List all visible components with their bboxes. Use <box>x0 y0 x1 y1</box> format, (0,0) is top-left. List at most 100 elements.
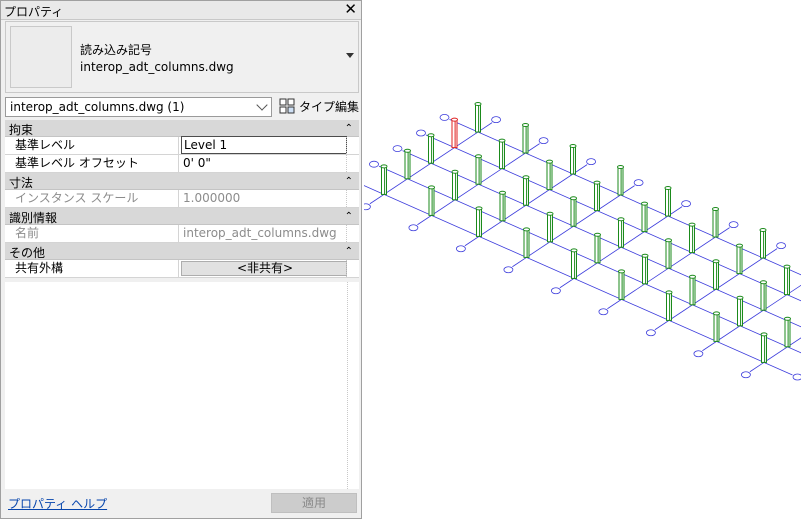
column-face <box>571 249 577 279</box>
3d-view-canvas[interactable] <box>364 0 801 521</box>
column-face <box>689 276 696 306</box>
properties-grid-empty-area <box>5 282 359 489</box>
collapse-icon[interactable]: ⌃ <box>345 208 353 225</box>
property-row-base-offset[interactable]: 基準レベル オフセット 0' 0" <box>5 155 359 173</box>
column <box>522 175 530 206</box>
collapse-icon[interactable]: ⌃ <box>345 173 353 190</box>
edit-type-label: タイプ編集 <box>299 100 360 114</box>
column <box>569 144 577 175</box>
column <box>570 196 577 227</box>
collapse-icon[interactable]: ⌃ <box>345 243 353 260</box>
grid-bubble <box>645 329 656 337</box>
chevron-down-icon[interactable] <box>256 99 268 111</box>
column-face <box>546 161 553 191</box>
column-face <box>666 291 672 321</box>
column-face <box>784 318 791 348</box>
column-top <box>618 269 625 274</box>
column-face <box>665 187 671 217</box>
property-row-shared-site[interactable]: 共有外構 <非共有> <box>5 260 359 278</box>
column-face <box>618 218 624 248</box>
column-face <box>499 192 506 222</box>
base-level-field[interactable]: Level 1 <box>181 136 347 154</box>
group-label: 識別情報 <box>9 211 58 225</box>
property-row-base-level[interactable]: 基準レベル Level 1 <box>5 136 359 155</box>
column <box>689 274 696 306</box>
collapse-icon[interactable]: ⌃ <box>345 120 353 137</box>
grid-bubble <box>550 287 561 295</box>
group-identity[interactable]: 識別情報 ⌃ <box>5 208 359 225</box>
group-constraints[interactable]: 拘束 ⌃ <box>5 120 359 137</box>
column-face <box>736 245 743 275</box>
column-face <box>642 255 648 285</box>
group-dimensions[interactable]: 寸法 ⌃ <box>5 173 359 190</box>
group-other[interactable]: その他 ⌃ <box>5 243 359 260</box>
grid-bubble <box>538 137 549 145</box>
row-edge <box>346 225 359 242</box>
column-top <box>427 133 435 138</box>
column-face <box>665 239 672 269</box>
column-face <box>784 266 790 296</box>
column <box>546 159 553 191</box>
group-label: その他 <box>9 246 46 260</box>
properties-help-link[interactable]: プロパティ ヘルプ <box>8 495 107 512</box>
column-top <box>712 207 719 211</box>
grid-bubble <box>681 200 692 208</box>
column <box>759 228 767 259</box>
grid-bubble <box>439 114 450 121</box>
column-face <box>428 134 434 164</box>
column <box>617 217 625 248</box>
base-offset-field[interactable]: 0' 0" <box>181 155 347 172</box>
column-top <box>712 259 720 264</box>
property-name: 名前 <box>5 225 179 242</box>
property-row-name: 名前 interop_adt_columns.dwg <box>5 225 359 243</box>
grid-bubble <box>776 242 787 250</box>
apply-button[interactable]: 適用 <box>271 493 357 513</box>
column-top <box>736 295 744 300</box>
column <box>664 186 672 217</box>
column <box>475 154 482 185</box>
column-face <box>712 208 719 238</box>
column-top <box>474 102 482 106</box>
column-top <box>570 248 578 253</box>
shared-site-button[interactable]: <非共有> <box>181 261 347 276</box>
column <box>593 180 601 212</box>
property-name: インスタンス スケール <box>5 190 179 207</box>
grid-bubble <box>369 160 379 168</box>
column <box>499 190 506 222</box>
grid-bubble <box>792 373 801 381</box>
property-row-instance-scale: インスタンス スケール 1.000000 <box>5 190 359 208</box>
column-face <box>594 234 601 264</box>
column <box>641 253 649 285</box>
column <box>712 259 720 290</box>
column-face <box>522 124 529 154</box>
column-top <box>641 253 649 258</box>
instance-filter-dropdown[interactable]: interop_adt_columns.dwg (1) <box>5 97 272 117</box>
column-top <box>784 316 791 321</box>
column <box>736 295 744 327</box>
property-name: 共有外構 <box>5 260 179 277</box>
type-file: interop_adt_columns.dwg <box>80 60 234 74</box>
column-top <box>617 217 625 222</box>
column-top <box>451 169 459 174</box>
column <box>546 211 554 243</box>
row-edge <box>346 137 359 154</box>
column-face <box>618 270 625 300</box>
columns <box>380 102 791 363</box>
name-value: interop_adt_columns.dwg <box>183 226 337 240</box>
chevron-down-icon[interactable] <box>346 53 354 58</box>
column <box>760 332 768 363</box>
close-icon[interactable]: ✕ <box>344 0 357 18</box>
column-face <box>760 229 766 259</box>
type-selector[interactable]: 読み込み記号 interop_adt_columns.dwg <box>5 21 359 93</box>
column-top <box>546 159 553 164</box>
column-top <box>665 238 672 243</box>
column <box>784 316 791 348</box>
column-top <box>594 232 601 237</box>
palette-titlebar[interactable]: プロパティ ✕ <box>1 0 361 20</box>
column-top <box>688 222 696 227</box>
grid-bubble <box>586 158 597 166</box>
column-top <box>759 228 767 232</box>
instance-scale-value: 1.000000 <box>183 191 241 205</box>
edit-type-button[interactable]: タイプ編集 <box>277 96 359 116</box>
column-face <box>570 145 576 175</box>
